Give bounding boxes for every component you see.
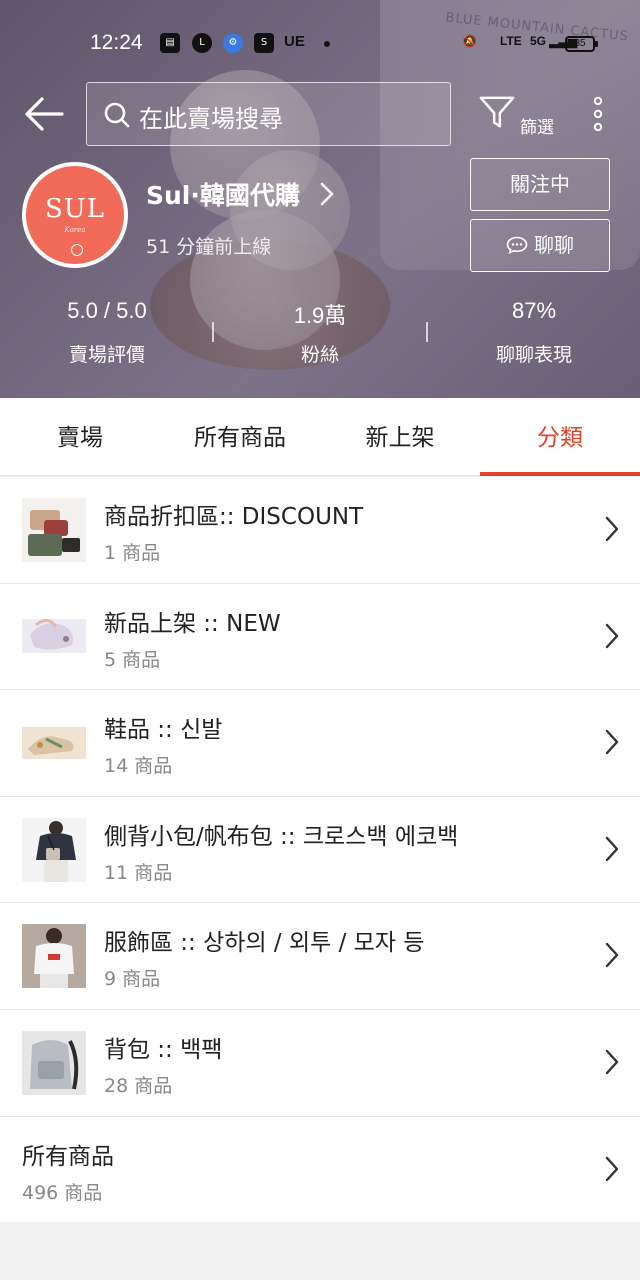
category-row[interactable]: 服飾區 :: 상하의 / 외투 / 모자 등 9 商品 <box>0 903 640 1010</box>
volte-icon: LTE <box>500 34 522 48</box>
tab-all-products[interactable]: 所有商品 <box>160 398 320 476</box>
stat-label: 賣場評價 <box>68 344 145 366</box>
shop-name[interactable]: Sul·韓國代購 <box>146 176 300 212</box>
chevron-right-icon <box>605 1049 619 1075</box>
stat-value: 1.9萬 <box>293 303 347 328</box>
category-count: 9 商品 <box>104 968 161 991</box>
all-products-row[interactable]: 所有商品 496 商品 <box>0 1117 640 1224</box>
chevron-right-icon <box>605 1156 619 1181</box>
chevron-right-icon <box>605 943 619 968</box>
category-thumbnail <box>22 924 86 989</box>
category-row[interactable]: 商品折扣區:: DISCOUNT 1 商品 <box>0 477 640 584</box>
category-row[interactable]: 背包 :: 백팩 28 商品 <box>0 1010 640 1117</box>
mute-icon: 🔕 <box>462 34 477 48</box>
line-icon: L <box>192 33 212 53</box>
stat-chat-performance[interactable]: 87% 聊聊表現 <box>434 298 634 367</box>
category-thumbnail <box>22 498 86 562</box>
filter-icon <box>479 96 515 128</box>
chat-bubble-icon <box>506 236 528 254</box>
more-options-icon[interactable] <box>589 96 607 136</box>
category-title: 鞋品 :: 신발 <box>104 717 223 744</box>
stat-label: 聊聊表現 <box>495 344 572 366</box>
shop-logo-sub: Korea <box>64 226 86 234</box>
status-time: 12:24 <box>90 31 143 54</box>
chevron-right-icon <box>605 516 619 542</box>
all-products-count: 496 商品 <box>22 1181 103 1204</box>
tab-shop[interactable]: 賣場 <box>0 398 160 476</box>
stat-value: 87% <box>511 298 557 323</box>
follow-button[interactable]: 關注中 <box>470 158 610 211</box>
chevron-right-icon[interactable] <box>318 180 336 208</box>
category-count: 14 商品 <box>104 755 173 778</box>
category-count: 28 商品 <box>104 1074 173 1097</box>
stat-value: 5.0 / 5.0 <box>67 298 147 323</box>
search-input[interactable]: 在此賣場搜尋 <box>86 82 451 146</box>
category-thumbnail <box>22 711 86 776</box>
category-list: 商品折扣區:: DISCOUNT 1 商品 新品上架 :: NEW 5 商品 鞋… <box>0 477 640 1224</box>
category-title: 背包 :: 백팩 <box>104 1036 223 1063</box>
shop-tabs: 賣場 所有商品 新上架 分類 <box>0 398 640 476</box>
follow-button-label: 關注中 <box>510 172 570 196</box>
stat-followers[interactable]: 1.9萬 粉絲 <box>220 298 420 367</box>
all-products-title: 所有商品 <box>22 1143 114 1170</box>
stat-divider <box>212 322 214 342</box>
last-online-text: 51 分鐘前上線 <box>146 236 272 258</box>
category-count: 5 商品 <box>104 648 161 671</box>
search-placeholder: 在此賣場搜尋 <box>139 105 283 133</box>
logo-badge-icon <box>71 244 83 256</box>
filter-label: 篩選 <box>520 118 554 138</box>
tab-new-arrivals[interactable]: 新上架 <box>320 398 480 476</box>
tab-categories[interactable]: 分類 <box>480 398 640 476</box>
category-title: 商品折扣區:: DISCOUNT <box>104 504 364 530</box>
carrier-label: UE <box>284 33 305 50</box>
chevron-right-icon <box>605 623 619 648</box>
filter-button[interactable]: 篩選 <box>478 92 558 138</box>
category-thumbnail <box>22 604 86 669</box>
page-background <box>0 1222 640 1280</box>
chevron-right-icon <box>605 836 619 861</box>
search-icon <box>104 102 130 128</box>
shop-stats: 5.0 / 5.0 賣場評價 1.9萬 粉絲 87% 聊聊表現 <box>0 298 640 378</box>
battery-icon: 85 <box>565 36 598 52</box>
back-arrow-icon[interactable] <box>22 92 66 136</box>
stat-label: 粉絲 <box>300 344 339 366</box>
category-title: 側背小包/帆布包 :: 크로스백 에코백 <box>104 823 459 850</box>
category-row[interactable]: 鞋品 :: 신발 14 商品 <box>0 690 640 797</box>
category-thumbnail <box>22 1030 86 1095</box>
shop-avatar[interactable]: SUL Korea <box>22 162 128 268</box>
category-count: 11 商品 <box>104 861 173 884</box>
stat-divider <box>426 322 428 342</box>
category-title: 新品上架 :: NEW <box>104 610 281 637</box>
shopee-icon: S <box>254 33 274 53</box>
chevron-right-icon <box>605 729 619 755</box>
notes-icon: ▤ <box>160 33 180 53</box>
notification-dot <box>324 41 330 47</box>
status-bar: 12:24 ▤ L ⚙ S UE 🔕 LTE 5G ▂▃▅ 85 <box>0 26 640 60</box>
chat-button[interactable]: 聊聊 <box>470 219 610 272</box>
chat-button-label: 聊聊 <box>534 233 574 257</box>
stat-rating[interactable]: 5.0 / 5.0 賣場評價 <box>7 298 207 367</box>
category-thumbnail <box>22 817 86 882</box>
category-row[interactable]: 側背小包/帆布包 :: 크로스백 에코백 11 商品 <box>0 797 640 904</box>
gear-icon: ⚙ <box>223 33 243 53</box>
shop-logo-text: SUL <box>45 194 105 224</box>
category-count: 1 商品 <box>104 542 161 564</box>
shop-header: BLUE MOUNTAIN CACTUS 12:24 ▤ L ⚙ S UE 🔕 … <box>0 0 640 398</box>
category-row[interactable]: 新品上架 :: NEW 5 商品 <box>0 584 640 691</box>
category-title: 服飾區 :: 상하의 / 외투 / 모자 등 <box>104 930 425 957</box>
